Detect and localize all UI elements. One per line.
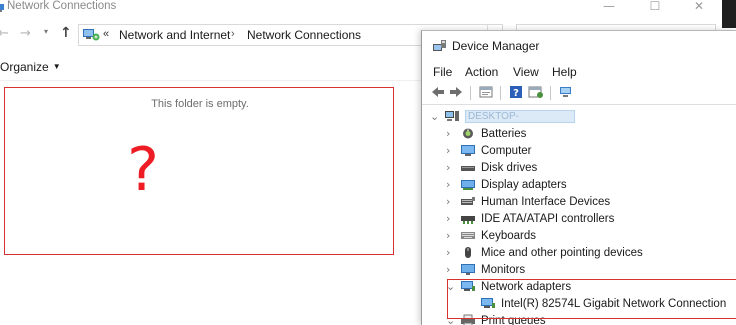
toolbar-separator: [470, 86, 471, 100]
forward-arrow-icon[interactable]: →: [20, 26, 31, 41]
tree-item-label: Keyboards: [481, 230, 536, 242]
network-adapters-highlight: [447, 279, 736, 319]
tree-item-label: Mice and other pointing devices: [481, 247, 643, 259]
computer-icon: [445, 111, 459, 121]
display-adapter-icon: [461, 180, 475, 190]
address-overflow-button[interactable]: «: [103, 28, 109, 40]
folder-content-area[interactable]: This folder is empty. ?: [4, 87, 394, 255]
ide-controller-icon: [461, 216, 475, 224]
breadcrumb-network-connections[interactable]: Network Connections: [247, 28, 361, 42]
svg-text:?: ?: [513, 88, 519, 99]
device-manager-toolbar: ?: [422, 81, 736, 105]
tree-item-label: IDE ATA/ATAPI controllers: [481, 213, 615, 225]
device-manager-icon: [433, 40, 446, 51]
device-manager-title-bar: Device Manager: [422, 31, 736, 61]
menu-action[interactable]: Action: [465, 65, 498, 79]
breadcrumb-network-and-internet[interactable]: Network and Internet: [119, 28, 230, 42]
mouse-icon: [465, 247, 471, 258]
expand-chevron-icon[interactable]: ›: [446, 246, 456, 260]
toolbar-separator: [550, 86, 551, 100]
hid-icon: [461, 197, 475, 205]
device-manager-window: Device Manager File Action View Help ? ⌄…: [421, 30, 736, 325]
monitor-icon: [461, 264, 475, 275]
toolbar-separator: [500, 86, 501, 100]
tree-item-label: Batteries: [481, 128, 527, 140]
tree-item-label: Human Interface Devices: [481, 196, 611, 208]
expand-chevron-icon[interactable]: ›: [446, 195, 456, 209]
background-window-edge: [722, 0, 736, 28]
menu-bar: File Action View Help: [422, 61, 736, 81]
battery-icon: [463, 128, 473, 139]
update-driver-icon[interactable]: [528, 85, 544, 99]
tree-item-label: Monitors: [481, 264, 526, 276]
tree-item-label: Computer: [481, 145, 532, 157]
expand-chevron-icon[interactable]: ›: [446, 212, 456, 226]
maximize-button[interactable]: ☐: [632, 0, 678, 14]
computer-name[interactable]: DESKTOP-: [465, 110, 575, 123]
organize-label: Organize: [0, 60, 49, 74]
help-icon[interactable]: ?: [508, 85, 524, 99]
device-tree: ⌄ DESKTOP- › Batteries › Computer › Disk…: [422, 107, 736, 325]
organize-button[interactable]: Organize ▼: [0, 60, 61, 74]
menu-help[interactable]: Help: [552, 65, 577, 79]
expand-chevron-icon[interactable]: ›: [446, 178, 456, 192]
menu-file[interactable]: File: [433, 65, 452, 79]
tree-item-label: Disk drives: [481, 162, 538, 174]
expand-chevron-icon[interactable]: ›: [446, 229, 456, 243]
collapse-chevron-icon[interactable]: ⌄: [430, 110, 440, 124]
close-button[interactable]: ✕: [676, 0, 722, 14]
empty-folder-message: This folder is empty.: [151, 98, 249, 110]
title-bar: Network Connections — ☐ ✕: [0, 0, 722, 22]
device-manager-title: Device Manager: [452, 39, 540, 53]
dropdown-caret-icon: ▼: [52, 62, 61, 71]
expand-chevron-icon[interactable]: ›: [446, 144, 456, 158]
recent-locations-chevron-icon[interactable]: ▾: [44, 27, 48, 36]
disk-drive-icon: [461, 166, 475, 171]
keyboard-icon: [461, 232, 475, 239]
scan-hardware-icon[interactable]: [558, 85, 574, 99]
expand-chevron-icon[interactable]: ›: [446, 263, 456, 277]
forward-arrow-icon[interactable]: [448, 85, 464, 99]
network-connections-icon: [0, 4, 4, 12]
expand-chevron-icon[interactable]: ›: [446, 161, 456, 175]
computer-icon: [461, 145, 475, 156]
menu-view[interactable]: View: [513, 65, 539, 79]
expand-chevron-icon[interactable]: ›: [446, 127, 456, 141]
properties-icon[interactable]: [478, 85, 494, 99]
up-arrow-icon[interactable]: ↑: [60, 25, 72, 41]
back-arrow-icon[interactable]: [430, 85, 446, 99]
window-title: Network Connections: [7, 0, 117, 12]
minimize-button[interactable]: —: [586, 0, 632, 14]
network-folder-icon: [83, 29, 100, 41]
tree-item-label: Display adapters: [481, 179, 567, 191]
back-arrow-icon[interactable]: ←: [0, 26, 9, 41]
question-mark-annotation: ?: [127, 135, 159, 205]
breadcrumb-separator-icon[interactable]: ›: [231, 28, 235, 40]
